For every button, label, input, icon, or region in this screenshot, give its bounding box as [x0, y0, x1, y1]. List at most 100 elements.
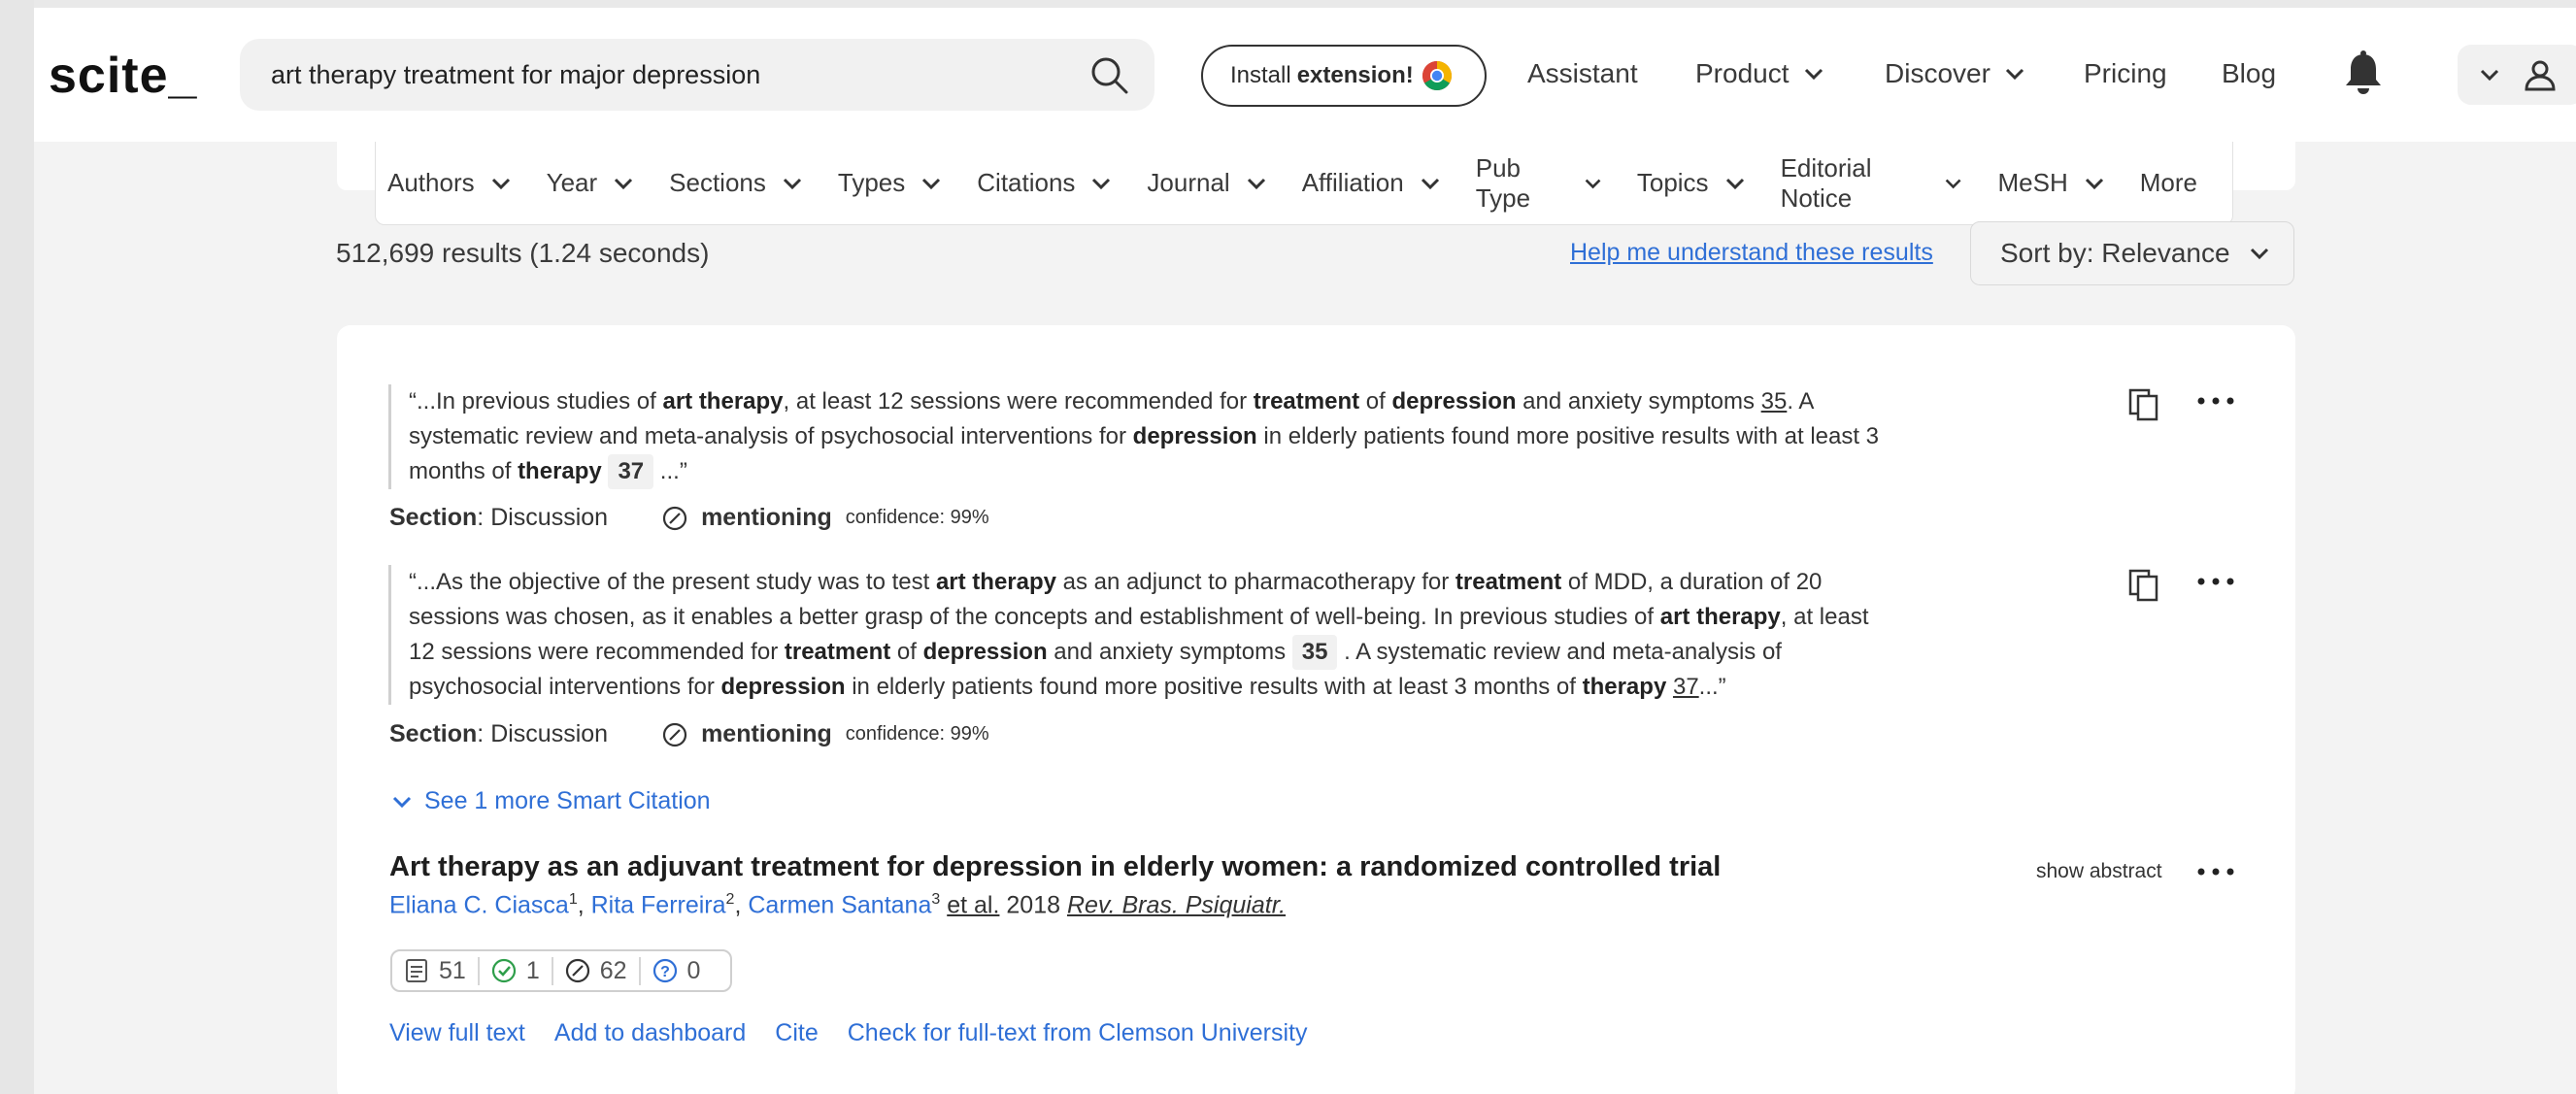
chevron-down-icon	[2005, 68, 2024, 81]
filter-sections[interactable]: Sections	[669, 168, 803, 198]
journal-link[interactable]: Rev. Bras. Psiquiatr.	[1067, 891, 1286, 918]
filter-citations[interactable]: Citations	[977, 168, 1112, 198]
filter-pub-type[interactable]: Pub Type	[1476, 153, 1602, 214]
bell-icon[interactable]	[2343, 50, 2384, 97]
section-value: : Discussion	[477, 720, 609, 747]
paper-title[interactable]: Art therapy as an adjuvant treatment for…	[389, 851, 1721, 883]
sort-label: Sort by: Relevance	[2000, 238, 2230, 268]
filter-mesh[interactable]: MeSH	[1998, 168, 2105, 198]
search-bar	[240, 39, 1154, 111]
citation-snippet: “...As the objective of the present stud…	[388, 565, 1884, 705]
nav-assistant[interactable]: Assistant	[1527, 58, 1638, 89]
nav-pricing-label: Pricing	[2084, 58, 2167, 88]
citation-stats[interactable]: 51 1 62 ? 0	[390, 949, 732, 992]
publication-year: 2018	[1006, 891, 1061, 919]
filter-editorial-notice[interactable]: Editorial Notice	[1781, 153, 1963, 214]
filter-more[interactable]: More	[2140, 168, 2197, 198]
mentioning-icon	[662, 722, 687, 746]
cite-link[interactable]: Cite	[775, 1019, 818, 1047]
author-link[interactable]: Eliana C. Ciasca	[389, 891, 569, 918]
see-more-citations-link[interactable]: See 1 more Smart Citation	[391, 787, 711, 815]
more-options-icon[interactable]	[2196, 395, 2235, 407]
install-prefix: Install	[1230, 62, 1291, 88]
citation-snippet: “...In previous studies of art therapy, …	[388, 384, 1884, 489]
section-value: : Discussion	[477, 504, 609, 531]
supporting-check-icon	[491, 958, 516, 983]
nav-blog-label: Blog	[2222, 58, 2277, 88]
see-more-label: See 1 more Smart Citation	[424, 787, 711, 814]
filter-label: Pub Type	[1475, 152, 1531, 213]
filter-journal[interactable]: Journal	[1147, 168, 1266, 198]
author-link[interactable]: Rita Ferreira	[591, 891, 726, 918]
filter-types[interactable]: Types	[838, 168, 942, 198]
stat-supporting: 1	[477, 956, 552, 985]
stat-mentioning: 62	[551, 956, 639, 985]
mentioning-icon	[662, 506, 687, 530]
chevron-down-icon	[2085, 178, 2103, 189]
nav-pricing[interactable]: Pricing	[2084, 58, 2167, 89]
chevron-down-icon	[1585, 179, 1601, 188]
user-menu[interactable]	[2458, 45, 2576, 105]
more-options-icon[interactable]	[2196, 866, 2235, 878]
left-strip	[0, 0, 34, 1094]
help-understand-link[interactable]: Help me understand these results	[1570, 239, 1933, 267]
stat-publications: 51	[392, 957, 478, 985]
filter-label: Editorial Notice	[1780, 152, 1872, 213]
filter-year[interactable]: Year	[547, 168, 635, 198]
check-full-text-link[interactable]: Check for full-text from Clemson Univers…	[848, 1019, 1308, 1047]
filter-authors[interactable]: Authors	[387, 168, 512, 198]
more-options-icon[interactable]	[2196, 576, 2235, 587]
chevron-down-icon	[1725, 178, 1744, 189]
svg-text:?: ?	[660, 964, 670, 980]
section-label: Section	[389, 720, 478, 747]
nav-product[interactable]: Product	[1695, 58, 1824, 89]
user-icon	[2525, 60, 2556, 91]
add-to-dashboard-link[interactable]: Add to dashboard	[554, 1019, 746, 1047]
filter-label: Citations	[977, 168, 1076, 197]
confidence: confidence: 99%	[845, 507, 989, 528]
filter-bar: Authors Year Sections Types Citations Jo…	[375, 142, 2233, 225]
filter-topics[interactable]: Topics	[1637, 168, 1746, 198]
chevron-down-icon	[1092, 178, 1111, 189]
stat-value: 0	[686, 956, 701, 984]
nav-discover[interactable]: Discover	[1885, 58, 2025, 89]
install-bold: extension!	[1296, 62, 1414, 88]
stat-value: 51	[439, 956, 466, 984]
stat-contrasting: ? 0	[638, 956, 713, 985]
nav-product-label: Product	[1695, 58, 1790, 88]
chevron-down-icon	[392, 796, 412, 808]
chevron-down-icon	[2480, 69, 2499, 82]
chevron-down-icon	[783, 178, 801, 189]
filter-affiliation[interactable]: Affiliation	[1302, 168, 1441, 198]
chevron-down-icon	[922, 178, 941, 189]
search-input[interactable]	[271, 52, 1048, 97]
et-al[interactable]: et al.	[947, 891, 999, 918]
citation-type: mentioning	[701, 504, 832, 531]
results-count: 512,699 results (1.24 seconds)	[336, 238, 710, 268]
copy-icon[interactable]	[2126, 386, 2161, 421]
paper-actions: View full text Add to dashboard Cite Che…	[389, 1019, 1336, 1047]
scite-logo[interactable]: scite_	[49, 47, 197, 105]
chevron-down-icon	[491, 178, 510, 189]
snippet-meta: Section : Discussion mentioning confiden…	[389, 504, 989, 532]
nav-discover-label: Discover	[1885, 58, 1991, 88]
nav-blog[interactable]: Blog	[2222, 58, 2276, 89]
search-icon[interactable]	[1088, 54, 1129, 95]
view-full-text-link[interactable]: View full text	[389, 1019, 525, 1047]
top-strip	[0, 0, 2576, 8]
install-extension-button[interactable]: Install extension!	[1201, 45, 1487, 107]
show-abstract-button[interactable]: show abstract	[2036, 860, 2162, 883]
site-header: scite_ Install extension! Assistant Prod…	[34, 8, 2576, 142]
section-label: Section	[389, 504, 478, 531]
stat-value: 62	[599, 956, 627, 984]
filter-label: Journal	[1147, 168, 1230, 197]
author-affiliation: 2	[725, 891, 735, 908]
filter-label: Year	[546, 168, 598, 197]
copy-icon[interactable]	[2126, 567, 2161, 602]
sort-dropdown[interactable]: Sort by: Relevance	[1970, 221, 2294, 285]
chevron-down-icon	[1804, 68, 1823, 81]
question-icon: ?	[652, 958, 677, 983]
filter-label: MeSH	[1997, 168, 2068, 197]
author-link[interactable]: Carmen Santana	[748, 891, 931, 918]
filter-label: Topics	[1636, 168, 1709, 197]
